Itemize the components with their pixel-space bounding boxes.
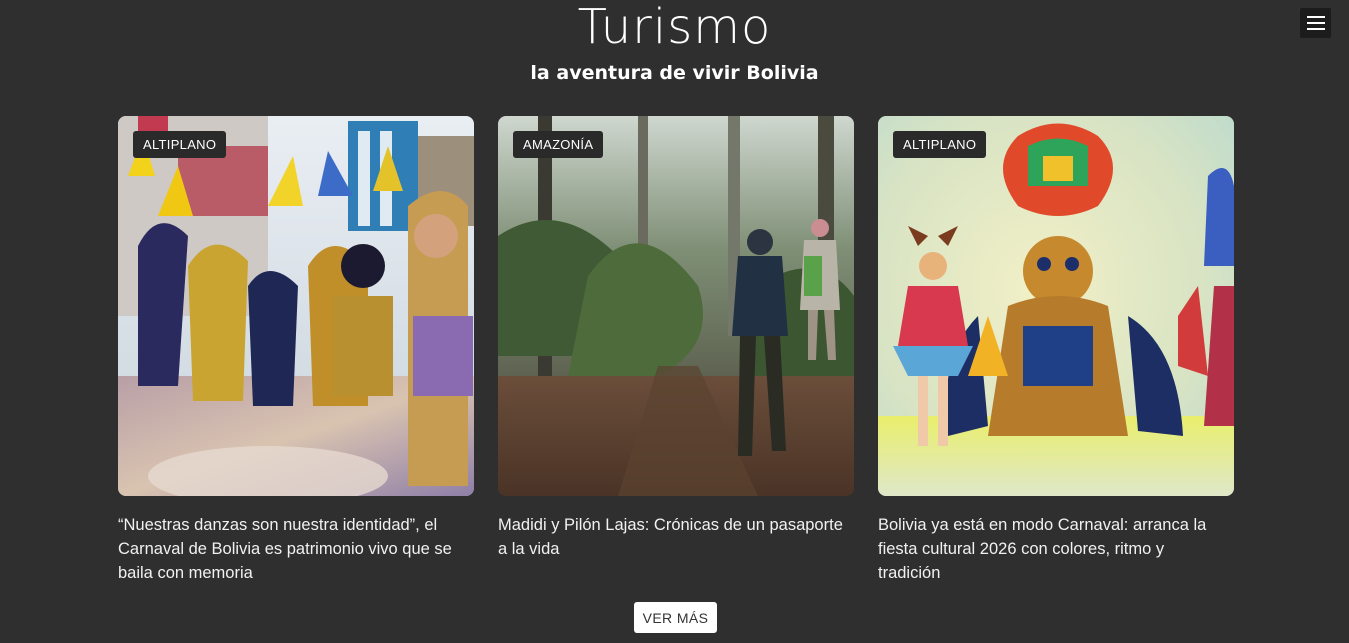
article-headline[interactable]: Madidi y Pilón Lajas: Crónicas de un pas…: [498, 513, 854, 561]
article-cards: ALTIPLANO “Nuestras danzas son nuestra i…: [118, 116, 1234, 585]
section-title: Turismo: [577, 0, 772, 55]
article-card: ALTIPLANO “Nuestras danzas son nuestra i…: [118, 116, 474, 585]
hamburger-menu-button[interactable]: [1300, 8, 1331, 38]
category-badge[interactable]: ALTIPLANO: [893, 131, 987, 158]
article-headline[interactable]: Bolivia ya está en modo Carnaval: arranc…: [878, 513, 1234, 585]
category-badge[interactable]: AMAZONÍA: [513, 131, 604, 158]
tourism-section: Turismo la aventura de vivir Bolivia ALT…: [0, 0, 1349, 643]
hamburger-menu-icon: [1306, 16, 1325, 18]
article-headline[interactable]: “Nuestras danzas son nuestra identidad”,…: [118, 513, 474, 585]
hamburger-menu-icon-bar: [1306, 28, 1325, 30]
see-more-button[interactable]: VER MÁS: [634, 602, 717, 633]
diablada-dancers-painting: [878, 116, 1234, 496]
carnival-dancers-street-photo: [118, 116, 474, 496]
hikers-rainforest-trail-photo: [498, 116, 854, 496]
hamburger-menu-icon-bar: [1306, 22, 1325, 24]
article-card: AMAZONÍA Madidi y Pilón Lajas: Crónicas …: [498, 116, 854, 585]
article-image-link[interactable]: AMAZONÍA: [498, 116, 854, 496]
article-image-link[interactable]: ALTIPLANO: [878, 116, 1234, 496]
article-image-link[interactable]: ALTIPLANO: [118, 116, 474, 496]
category-badge[interactable]: ALTIPLANO: [133, 131, 227, 158]
article-card: ALTIPLANO Bolivia ya está en modo Carnav…: [878, 116, 1234, 585]
section-subtitle: la aventura de vivir Bolivia: [530, 62, 819, 84]
